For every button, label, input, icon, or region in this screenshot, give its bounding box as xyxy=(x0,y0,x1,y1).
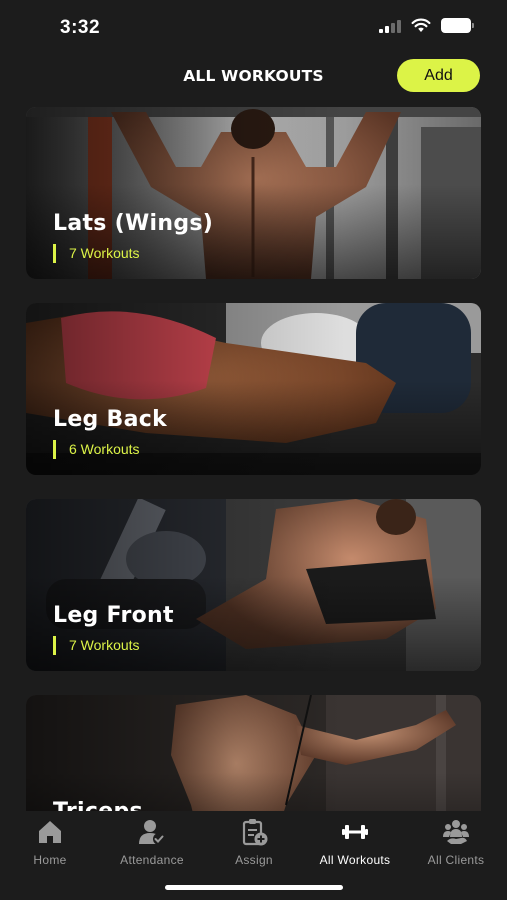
workout-card-triceps[interactable]: Triceps xyxy=(26,695,481,811)
workout-count: 7 Workouts xyxy=(69,637,140,653)
home-indicator[interactable] xyxy=(165,885,343,890)
workout-title: Leg Front xyxy=(53,603,174,628)
tab-attendance[interactable]: Attendance xyxy=(102,817,202,871)
battery-icon xyxy=(441,18,474,33)
tab-all-clients[interactable]: All Clients xyxy=(406,817,506,871)
workout-title: Leg Back xyxy=(53,407,168,432)
workout-count: 7 Workouts xyxy=(69,245,140,261)
cellular-signal-icon xyxy=(379,19,401,33)
status-time: 3:32 xyxy=(60,17,101,38)
header: ALL WORKOUTS Add xyxy=(0,56,507,96)
tab-assign[interactable]: Assign xyxy=(204,817,304,871)
assign-icon xyxy=(242,819,268,846)
attendance-icon xyxy=(139,820,165,845)
workout-card-leg-front[interactable]: Leg Front 7 Workouts xyxy=(26,499,481,671)
tab-home[interactable]: Home xyxy=(0,817,100,871)
workout-title: Triceps xyxy=(53,799,143,811)
clients-icon xyxy=(443,820,469,844)
accent-bar xyxy=(53,636,56,655)
tab-label: Assign xyxy=(235,853,273,867)
workout-card-leg-back[interactable]: Leg Back 6 Workouts xyxy=(26,303,481,475)
wifi-icon xyxy=(411,18,431,32)
accent-bar xyxy=(53,244,56,263)
workout-title: Lats (Wings) xyxy=(53,211,214,236)
tab-label: Attendance xyxy=(120,853,184,867)
add-button[interactable]: Add xyxy=(397,59,480,92)
status-icons xyxy=(379,18,474,33)
dumbbell-icon xyxy=(342,825,368,839)
home-icon xyxy=(39,821,61,843)
tab-label: All Workouts xyxy=(319,853,391,867)
workout-count: 6 Workouts xyxy=(69,441,140,457)
workout-list[interactable]: Lats (Wings) 7 Workouts Leg Back 6 Worko… xyxy=(26,107,481,811)
tab-label: Home xyxy=(33,853,67,867)
workout-card-lats[interactable]: Lats (Wings) 7 Workouts xyxy=(26,107,481,279)
card-shade xyxy=(26,695,481,811)
status-bar: 3:32 xyxy=(0,0,507,56)
tab-bar: Home Attendance Assign All Workouts All … xyxy=(0,811,507,900)
tab-all-workouts[interactable]: All Workouts xyxy=(305,817,405,871)
accent-bar xyxy=(53,440,56,459)
tab-label: All Clients xyxy=(427,853,485,867)
